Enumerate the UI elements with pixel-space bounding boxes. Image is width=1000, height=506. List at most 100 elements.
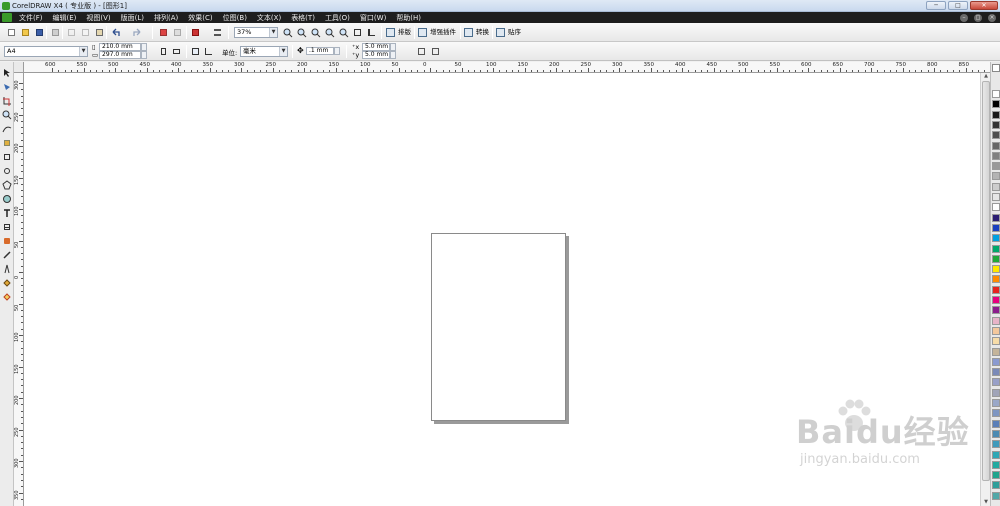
menu-window[interactable]: 窗口(W) (355, 13, 391, 23)
polygon-tool-icon[interactable] (2, 180, 12, 190)
options-icon[interactable] (212, 27, 223, 38)
page-height-field[interactable]: 297.0 mm (99, 51, 141, 59)
zoom-to-width-icon[interactable] (352, 27, 363, 38)
color-swatch[interactable] (992, 223, 1000, 232)
minimize-button[interactable]: ─ (926, 1, 946, 10)
paper-size-dropdown[interactable]: A4 ▼ (4, 46, 88, 57)
menu-edit[interactable]: 编辑(E) (48, 13, 82, 23)
color-swatch[interactable] (992, 162, 1000, 171)
menu-bitmaps[interactable]: 位图(B) (218, 13, 252, 23)
outline-tool-icon[interactable] (2, 264, 12, 274)
treat-as-filled-icon[interactable] (416, 46, 427, 57)
doc-restore-button[interactable]: ◻ (974, 13, 982, 22)
menu-layout[interactable]: 版面(L) (116, 13, 149, 23)
vertical-ruler[interactable]: 300 250 200 150 100 50 0 50 100 150 200 250 300 350 (14, 73, 24, 506)
palette-scroll-up-icon[interactable] (992, 64, 1000, 72)
zoom-out-icon[interactable] (296, 27, 307, 38)
plugin-button[interactable]: 增强插件 (418, 26, 456, 39)
nudge-spinner[interactable] (334, 47, 340, 55)
shape-tool-icon[interactable] (2, 82, 12, 92)
fill-tool-icon[interactable] (2, 278, 12, 288)
color-swatch[interactable] (992, 378, 1000, 387)
color-swatch[interactable] (992, 306, 1000, 315)
export-icon[interactable] (172, 27, 183, 38)
interactive-fill-tool-icon[interactable] (2, 292, 12, 302)
text-tool-icon[interactable] (2, 208, 12, 218)
zoom-level-dropdown[interactable]: 37% ▼ (234, 27, 278, 38)
color-swatch[interactable] (992, 481, 1000, 490)
color-swatch[interactable] (992, 141, 1000, 150)
paste-order-button[interactable]: 贴序 (496, 26, 521, 39)
redo-icon[interactable] (132, 27, 143, 38)
open-button[interactable] (20, 27, 31, 38)
doc-minimize-button[interactable]: – (960, 13, 968, 22)
all-pages-icon[interactable] (190, 46, 201, 57)
menu-help[interactable]: 帮助(H) (391, 13, 426, 23)
undo-icon[interactable] (110, 27, 121, 38)
color-swatch[interactable] (992, 326, 1000, 335)
color-swatch[interactable] (992, 193, 1000, 201)
color-swatch[interactable] (992, 440, 1000, 449)
color-swatch[interactable] (992, 409, 1000, 418)
convert-button[interactable]: 转换 (464, 26, 489, 39)
zoom-to-height-icon[interactable] (366, 27, 377, 38)
color-swatch[interactable] (992, 90, 1000, 98)
doc-close-button[interactable]: × (988, 13, 996, 22)
document-options-icon[interactable] (430, 46, 441, 57)
import-icon[interactable] (158, 27, 169, 38)
menu-arrange[interactable]: 排列(A) (149, 13, 183, 23)
eyedropper-tool-icon[interactable] (2, 250, 12, 260)
zoom-in-icon[interactable] (282, 27, 293, 38)
color-swatch[interactable] (992, 347, 1000, 356)
zoom-to-selected-icon[interactable] (310, 27, 321, 38)
duplicate-x-spinner[interactable] (390, 43, 396, 51)
zoom-to-all-icon[interactable] (324, 27, 335, 38)
table-tool-icon[interactable] (2, 222, 12, 232)
color-swatch[interactable] (992, 100, 1000, 109)
nudge-distance-field[interactable]: .1 mm (306, 47, 334, 55)
color-swatch[interactable] (992, 471, 1000, 480)
menu-text[interactable]: 文本(X) (252, 13, 286, 23)
height-spinner[interactable] (141, 51, 147, 59)
color-swatch[interactable] (992, 419, 1000, 428)
zoom-to-page-icon[interactable] (338, 27, 349, 38)
scroll-down-arrow-icon[interactable]: ▼ (982, 499, 990, 506)
color-swatch[interactable] (992, 120, 1000, 129)
color-swatch[interactable] (992, 399, 1000, 407)
new-document-button[interactable] (6, 27, 17, 38)
freehand-tool-icon[interactable] (2, 124, 12, 134)
color-swatch[interactable] (992, 429, 1000, 438)
color-swatch[interactable] (992, 213, 1000, 222)
save-button[interactable] (34, 27, 45, 38)
zoom-tool-icon[interactable] (2, 110, 12, 120)
color-swatch[interactable] (992, 450, 1000, 459)
color-swatch[interactable] (992, 368, 1000, 377)
portrait-icon[interactable] (158, 46, 169, 57)
rectangle-tool-icon[interactable] (2, 152, 12, 162)
maximize-button[interactable]: □ (948, 1, 968, 10)
cut-icon[interactable] (66, 27, 77, 38)
pick-tool-icon[interactable] (2, 68, 12, 78)
menu-file[interactable]: 文件(F) (14, 13, 48, 23)
color-swatch[interactable] (992, 151, 1000, 160)
application-launcher-icon[interactable] (190, 27, 201, 38)
color-swatch[interactable] (992, 388, 1000, 397)
color-swatch[interactable] (992, 110, 1000, 119)
color-swatch[interactable] (992, 357, 1000, 366)
width-spinner[interactable] (141, 43, 147, 51)
color-swatch[interactable] (992, 337, 1000, 346)
units-dropdown[interactable]: 毫米 ▼ (240, 46, 288, 57)
color-swatch[interactable] (992, 244, 1000, 253)
layout-button[interactable]: 排版 (386, 26, 411, 39)
print-icon[interactable] (50, 27, 61, 38)
interactive-blend-tool-icon[interactable] (2, 236, 12, 246)
close-button[interactable]: ✕ (970, 1, 998, 10)
color-swatch[interactable] (992, 172, 1000, 181)
scroll-up-arrow-icon[interactable]: ▲ (982, 73, 990, 80)
color-swatch[interactable] (992, 265, 1000, 274)
color-swatch[interactable] (992, 234, 1000, 243)
color-swatch[interactable] (992, 316, 1000, 325)
basic-shapes-tool-icon[interactable] (2, 194, 12, 204)
page-width-field[interactable]: 210.0 mm (99, 43, 141, 51)
crop-tool-icon[interactable] (2, 96, 12, 106)
